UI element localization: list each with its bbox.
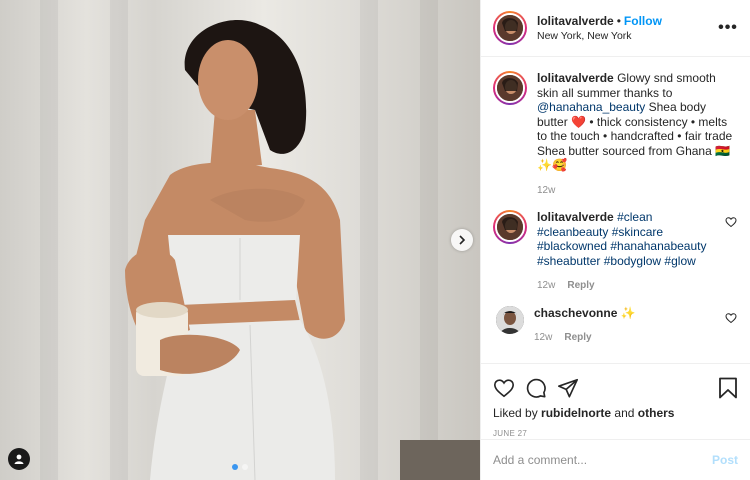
comment-item: lolitavalverde #clean #cleanbeauty #skin… xyxy=(493,210,738,294)
post-comment-button[interactable]: Post xyxy=(712,453,738,467)
heart-emoji: ❤️ xyxy=(571,114,586,129)
chevron-right-icon xyxy=(459,235,466,245)
caption-age[interactable]: 12w xyxy=(537,185,555,196)
caption-avatar[interactable] xyxy=(493,71,527,105)
caption: lolitavalverde Glowy snd smooth skin all… xyxy=(493,71,738,198)
comment-username[interactable]: lolitavalverde xyxy=(537,210,614,224)
carousel-dot xyxy=(232,464,238,470)
likes-and: and xyxy=(614,406,635,420)
heart-icon[interactable] xyxy=(724,216,738,228)
post-header: lolitavalverde • Follow New York, New York… xyxy=(481,0,750,57)
reply-button[interactable]: Reply xyxy=(567,280,594,291)
comment-avatar[interactable] xyxy=(496,305,524,334)
heart-icon[interactable] xyxy=(724,312,738,324)
post-actions: Liked by rubidelnorte and others JUNE 27 xyxy=(481,363,750,439)
liker-username[interactable]: rubidelnorte xyxy=(541,406,611,420)
comment-input[interactable] xyxy=(493,453,712,467)
comment-age[interactable]: 12w xyxy=(537,280,555,291)
follow-button[interactable]: Follow xyxy=(624,14,662,28)
comment-username[interactable]: chaschevonne xyxy=(534,306,617,320)
author-avatar[interactable] xyxy=(493,11,527,45)
comment-icon xyxy=(526,378,546,398)
heart-icon xyxy=(494,379,514,398)
carousel-dot xyxy=(242,464,248,470)
separator-dot: • xyxy=(616,14,621,28)
post-details-panel: lolitavalverde • Follow New York, New York… xyxy=(480,0,750,480)
share-icon xyxy=(558,378,578,398)
like-button[interactable] xyxy=(493,372,525,404)
avatar-image xyxy=(497,15,523,41)
more-options-icon[interactable]: ••• xyxy=(718,19,738,37)
likes-summary: Liked by rubidelnorte and others xyxy=(493,406,738,420)
comment-age[interactable]: 12w xyxy=(534,332,552,343)
comments-list[interactable]: lolitavalverde Glowy snd smooth skin all… xyxy=(481,57,750,363)
photo-woman-holding-jar xyxy=(125,20,480,480)
save-button[interactable] xyxy=(706,372,738,404)
add-comment-bar: Post xyxy=(481,439,750,480)
avatar-image xyxy=(496,305,524,334)
comment-button[interactable] xyxy=(525,372,557,404)
avatar-image xyxy=(497,214,523,240)
caption-username[interactable]: lolitavalverde xyxy=(537,71,614,85)
comment-text: ✨ xyxy=(620,305,636,320)
comment-avatar[interactable] xyxy=(493,210,527,244)
share-button[interactable] xyxy=(557,372,589,404)
post-date[interactable]: JUNE 27 xyxy=(493,429,738,438)
comment-item: chaschevonne ✨ 12w Reply xyxy=(493,305,738,346)
reply-button[interactable]: Reply xyxy=(564,332,591,343)
likes-others-link[interactable]: others xyxy=(638,406,675,420)
author-username[interactable]: lolitavalverde xyxy=(537,14,614,28)
avatar-image xyxy=(497,75,523,101)
post-media[interactable] xyxy=(0,0,480,480)
post-location[interactable]: New York, New York xyxy=(537,29,718,43)
instagram-post: lolitavalverde • Follow New York, New York… xyxy=(0,0,750,480)
caption-mention[interactable]: @hanahana_beauty xyxy=(537,100,645,114)
likes-prefix: Liked by xyxy=(493,406,538,420)
bookmark-icon xyxy=(719,377,737,399)
carousel-indicator xyxy=(0,464,480,470)
next-image-button[interactable] xyxy=(451,229,473,251)
